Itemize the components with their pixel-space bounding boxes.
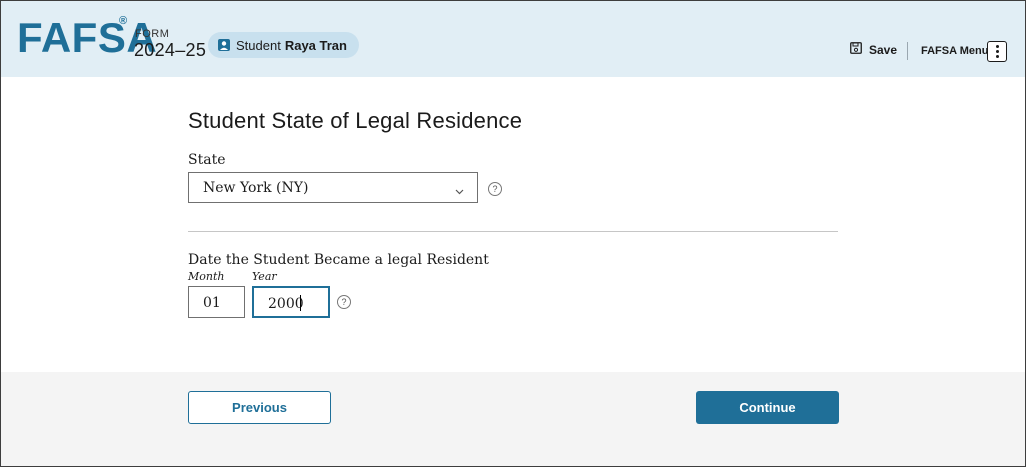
page-title: Student State of Legal Residence bbox=[188, 108, 523, 133]
registered-mark: ® bbox=[119, 15, 128, 27]
form-year: 2024–25 bbox=[134, 40, 207, 60]
student-prefix: Student bbox=[236, 37, 281, 53]
fafsa-form-page: FAFSA ® FORM 2024–25 Student Raya Tran S… bbox=[0, 0, 1026, 467]
save-label: Save bbox=[869, 42, 898, 57]
year-input-value: 2000 bbox=[268, 296, 304, 312]
save-icon bbox=[850, 42, 869, 57]
year-input[interactable]: 2000 bbox=[252, 286, 330, 318]
month-input-value: 01 bbox=[203, 295, 221, 311]
continue-button[interactable]: Continue bbox=[696, 391, 839, 424]
year-label: Year bbox=[252, 270, 277, 283]
state-select[interactable]: New York (NY) bbox=[188, 172, 478, 203]
month-label: Month bbox=[188, 270, 225, 283]
form-label: FORM bbox=[135, 28, 170, 40]
state-label: State bbox=[188, 152, 226, 168]
help-icon[interactable]: ? bbox=[488, 182, 502, 196]
state-select-value: New York (NY) bbox=[203, 180, 309, 196]
header-divider bbox=[907, 42, 908, 60]
student-badge: Student Raya Tran bbox=[208, 32, 359, 58]
month-input[interactable]: 01 bbox=[188, 286, 245, 318]
fafsa-menu-label[interactable]: FAFSA Menu bbox=[921, 45, 988, 57]
section-divider bbox=[188, 231, 838, 232]
text-caret bbox=[300, 295, 301, 311]
header: FAFSA ® FORM 2024–25 Student Raya Tran S… bbox=[1, 1, 1025, 77]
student-name: Raya Tran bbox=[284, 37, 347, 53]
student-icon bbox=[218, 39, 230, 51]
help-icon[interactable]: ? bbox=[337, 295, 351, 309]
save-button[interactable]: Save bbox=[850, 42, 897, 57]
date-label: Date the Student Became a legal Resident bbox=[188, 252, 489, 268]
chevron-down-icon bbox=[455, 182, 464, 200]
previous-button[interactable]: Previous bbox=[188, 391, 331, 424]
footer: Previous Continue bbox=[1, 372, 1025, 466]
kebab-menu-icon[interactable] bbox=[987, 41, 1007, 62]
